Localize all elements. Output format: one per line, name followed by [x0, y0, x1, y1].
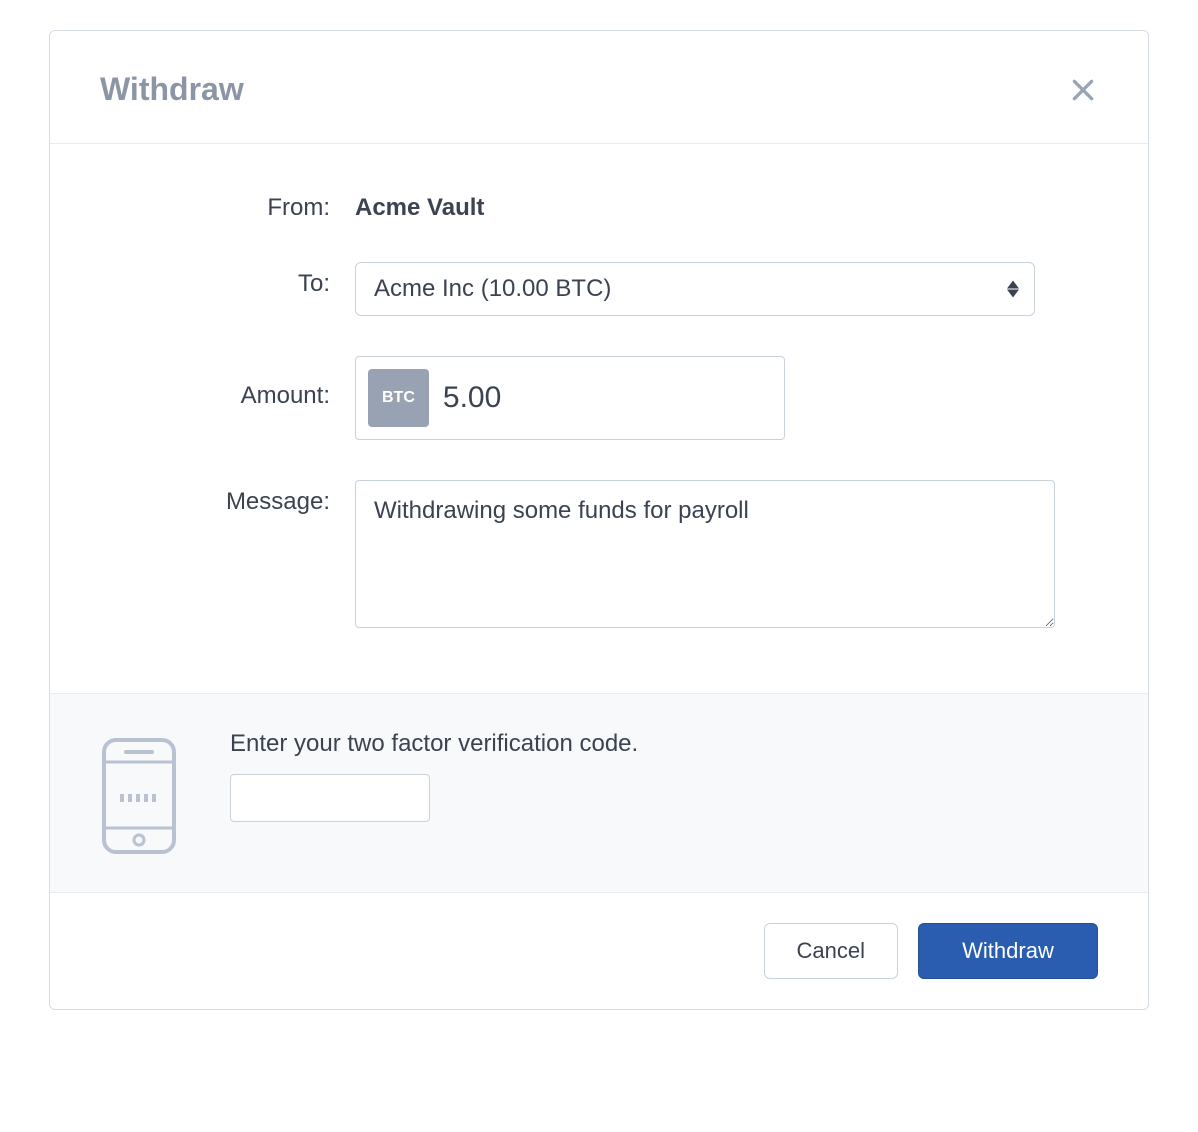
withdraw-modal: Withdraw From: Acme Vault To: Acme Inc (… — [49, 30, 1149, 1010]
message-label: Message: — [100, 480, 355, 516]
amount-row: Amount: BTC — [50, 356, 1148, 440]
twofa-input[interactable] — [230, 774, 430, 822]
amount-input[interactable] — [443, 369, 772, 427]
twofa-section: Enter your two factor verification code. — [50, 693, 1148, 893]
from-label: From: — [100, 194, 355, 222]
close-button[interactable] — [1068, 75, 1098, 105]
currency-badge: BTC — [368, 369, 429, 427]
to-select[interactable]: Acme Inc (10.00 BTC) — [355, 262, 1035, 316]
modal-title: Withdraw — [100, 71, 244, 108]
withdraw-button[interactable]: Withdraw — [918, 923, 1098, 979]
cancel-button[interactable]: Cancel — [764, 923, 898, 979]
to-row: To: Acme Inc (10.00 BTC) — [50, 262, 1148, 316]
amount-group: BTC — [355, 356, 785, 440]
twofa-label: Enter your two factor verification code. — [230, 730, 1098, 758]
message-textarea[interactable] — [355, 480, 1055, 628]
modal-header: Withdraw — [50, 31, 1148, 144]
to-select-value: Acme Inc (10.00 BTC) — [374, 275, 611, 303]
from-value: Acme Vault — [355, 194, 1098, 222]
from-row: From: Acme Vault — [50, 194, 1148, 222]
close-icon — [1070, 77, 1096, 103]
modal-body: From: Acme Vault To: Acme Inc (10.00 BTC… — [50, 144, 1148, 693]
message-row: Message: — [50, 480, 1148, 633]
amount-label: Amount: — [100, 356, 355, 410]
to-label: To: — [100, 262, 355, 298]
phone-icon — [100, 736, 178, 856]
modal-footer: Cancel Withdraw — [50, 893, 1148, 1009]
